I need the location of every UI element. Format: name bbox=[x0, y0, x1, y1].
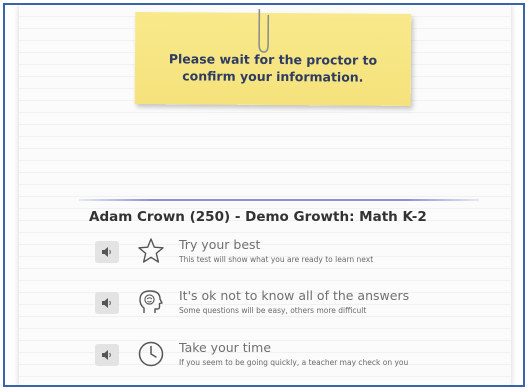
tip-subtitle: This test will show what you are ready t… bbox=[179, 255, 374, 264]
speaker-icon bbox=[102, 298, 111, 308]
tip-title: Take your time bbox=[179, 340, 272, 355]
test-title: Adam Crown (250) - Demo Growth: Math K-2 bbox=[89, 209, 427, 225]
tip-title: It's ok not to know all of the answers bbox=[179, 288, 410, 303]
proctor-wait-line-1: Please wait for the proctor to bbox=[168, 51, 378, 68]
paper-clip-icon bbox=[258, 8, 270, 53]
speaker-icon bbox=[102, 247, 111, 257]
tip-ok-not-to-know: It's ok not to know all of the answers S… bbox=[85, 286, 505, 320]
window-frame: Please wait for the proctor to confirm y… bbox=[3, 3, 525, 387]
tip-title: Try your best bbox=[179, 237, 261, 252]
audio-button[interactable] bbox=[95, 241, 119, 263]
lined-paper-background: Please wait for the proctor to confirm y… bbox=[19, 5, 511, 385]
audio-button[interactable] bbox=[95, 344, 119, 366]
tip-try-your-best: Try your best This test will show what y… bbox=[85, 235, 505, 269]
sticky-note: Please wait for the proctor to confirm y… bbox=[134, 8, 412, 106]
tip-subtitle: If you seem to be going quickly, a teach… bbox=[179, 358, 409, 367]
tip-subtitle: Some questions will be easy, others more… bbox=[179, 306, 367, 315]
divider-top bbox=[79, 199, 479, 201]
speaker-icon bbox=[102, 350, 111, 360]
proctor-wait-line-2: confirm your information. bbox=[182, 68, 364, 85]
star-icon bbox=[138, 238, 164, 263]
head-brain-icon bbox=[139, 290, 163, 313]
proctor-wait-message: Please wait for the proctor to confirm y… bbox=[135, 50, 411, 86]
clock-icon bbox=[138, 341, 164, 367]
tip-take-your-time: Take your time If you seem to be going q… bbox=[85, 338, 505, 372]
audio-button[interactable] bbox=[95, 292, 119, 314]
